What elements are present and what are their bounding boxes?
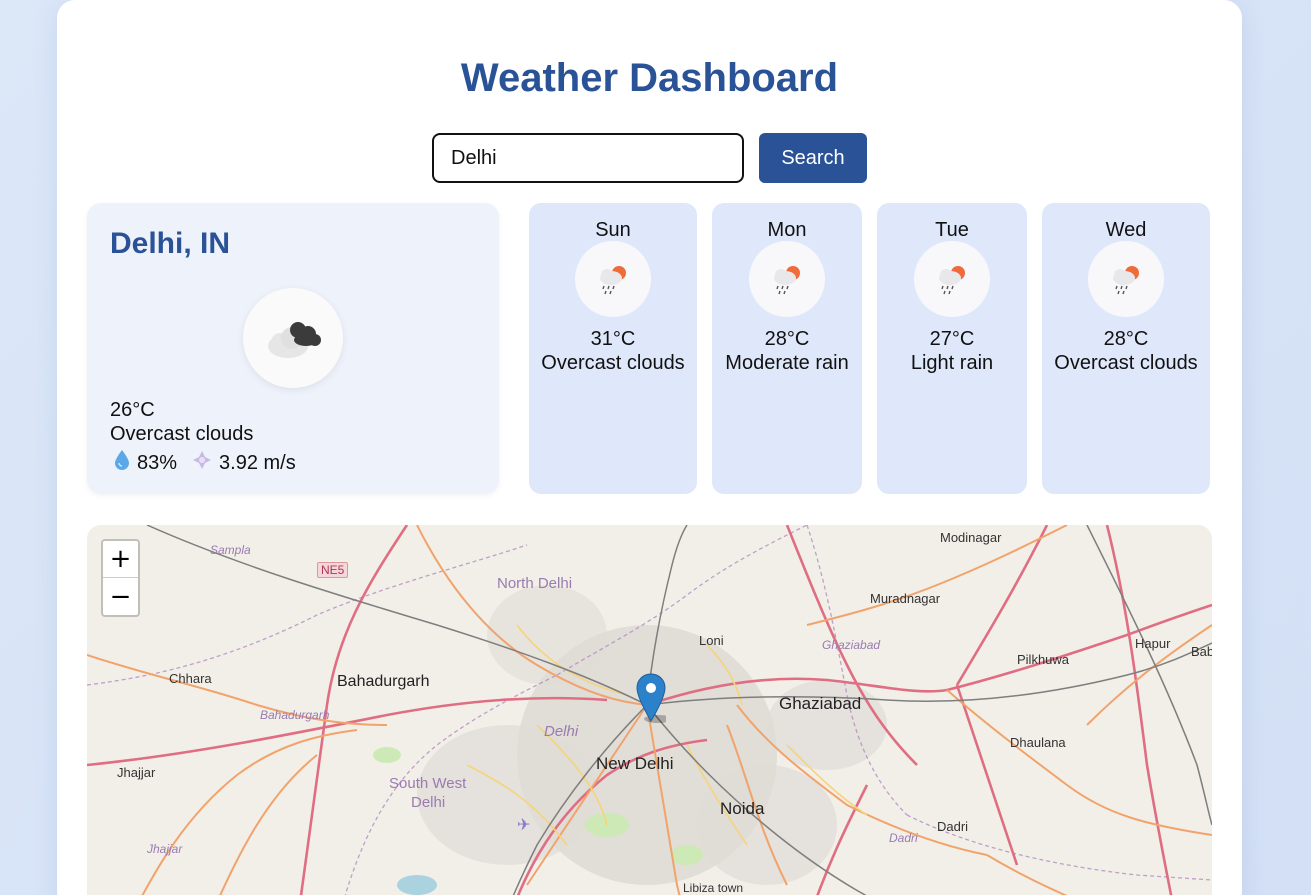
map-label: Bab (1191, 644, 1212, 659)
map-label: Delhi (411, 794, 446, 811)
map-label: NE5 (317, 562, 349, 578)
humidity-value: 83% (137, 451, 178, 474)
search-input[interactable] (432, 133, 744, 183)
map-label: Dhaulana (1010, 735, 1066, 750)
map-label: Dadri (889, 831, 918, 845)
forecast-temperature: 31°C (590, 328, 636, 350)
map-label: South West (389, 775, 467, 792)
current-description: Overcast clouds (110, 423, 254, 445)
forecast-description: Moderate rain (725, 352, 849, 374)
rain-sun-icon (914, 241, 990, 317)
forecast-temperature: 28°C (764, 328, 810, 350)
zoom-out-button[interactable]: − (103, 578, 138, 615)
map-label: Jhajjar (117, 765, 156, 780)
forecast-description: Overcast clouds (1054, 352, 1198, 374)
forecast-temperature: 28°C (1103, 328, 1149, 350)
map-label: Noida (720, 799, 765, 818)
map-label: Pilkhuwa (1017, 652, 1070, 667)
map-label: Bahadurgarh (337, 673, 430, 690)
forecast-day: Wed (1105, 219, 1147, 241)
weather-dashboard: Weather Dashboard Search Delhi, IN 26°C … (57, 0, 1242, 895)
forecast-card: Wed 28°C Overcast clouds (1042, 203, 1210, 494)
map-label: Sampla (210, 543, 251, 557)
forecast-description: Light rain (910, 352, 994, 374)
map-label: North Delhi (497, 575, 573, 592)
forecast-temperature: 27°C (929, 328, 975, 350)
forecast-card: Tue 27°C Light rain (877, 203, 1027, 494)
map-label: Delhi (544, 723, 579, 740)
map-view[interactable]: ✈ Sampla NE5 North Delhi Modinagar Murad… (87, 525, 1212, 895)
zoom-in-button[interactable]: + (103, 541, 138, 578)
map-label: Chhara (169, 671, 212, 686)
map-label: Jhajjar (147, 842, 183, 856)
rain-sun-icon (1088, 241, 1164, 317)
map-label: Hapur (1135, 636, 1171, 651)
current-temperature: 26°C (110, 399, 155, 421)
forecast-card: Mon 28°C Moderate rain (712, 203, 862, 494)
map-label: Libiza town (683, 881, 744, 895)
map-label: Loni (699, 633, 724, 648)
map-label: Ghaziabad (779, 694, 862, 713)
city-name: Delhi, IN (110, 227, 231, 260)
rain-sun-icon (749, 241, 825, 317)
rain-sun-icon (575, 241, 651, 317)
map-label: Bahadurgarh (260, 708, 330, 722)
forecast-day: Mon (767, 219, 807, 241)
forecast-description: Overcast clouds (541, 352, 685, 374)
map-label: Muradnagar (870, 591, 941, 606)
overcast-cloud-icon (243, 288, 343, 388)
droplet-icon (113, 449, 131, 477)
forecast-card: Sun 31°C Overcast clouds (529, 203, 697, 494)
search-button[interactable]: Search (759, 133, 867, 183)
current-weather-card: Delhi, IN 26°C Overcast clouds 83% 3.92 … (87, 203, 499, 494)
map-label: Ghaziabad (822, 638, 881, 652)
zoom-control: + − (101, 539, 140, 617)
map-label: Modinagar (940, 530, 1002, 545)
forecast-day: Tue (935, 219, 969, 241)
wind-icon (191, 449, 213, 477)
map-label: New Delhi (596, 754, 674, 773)
map-label: Dadri (937, 819, 969, 834)
wind-value: 3.92 m/s (219, 451, 296, 474)
forecast-day: Sun (595, 219, 631, 241)
svg-text:✈: ✈ (517, 815, 530, 834)
page-title: Weather Dashboard (460, 56, 839, 100)
current-meta: 83% 3.92 m/s (113, 449, 296, 477)
